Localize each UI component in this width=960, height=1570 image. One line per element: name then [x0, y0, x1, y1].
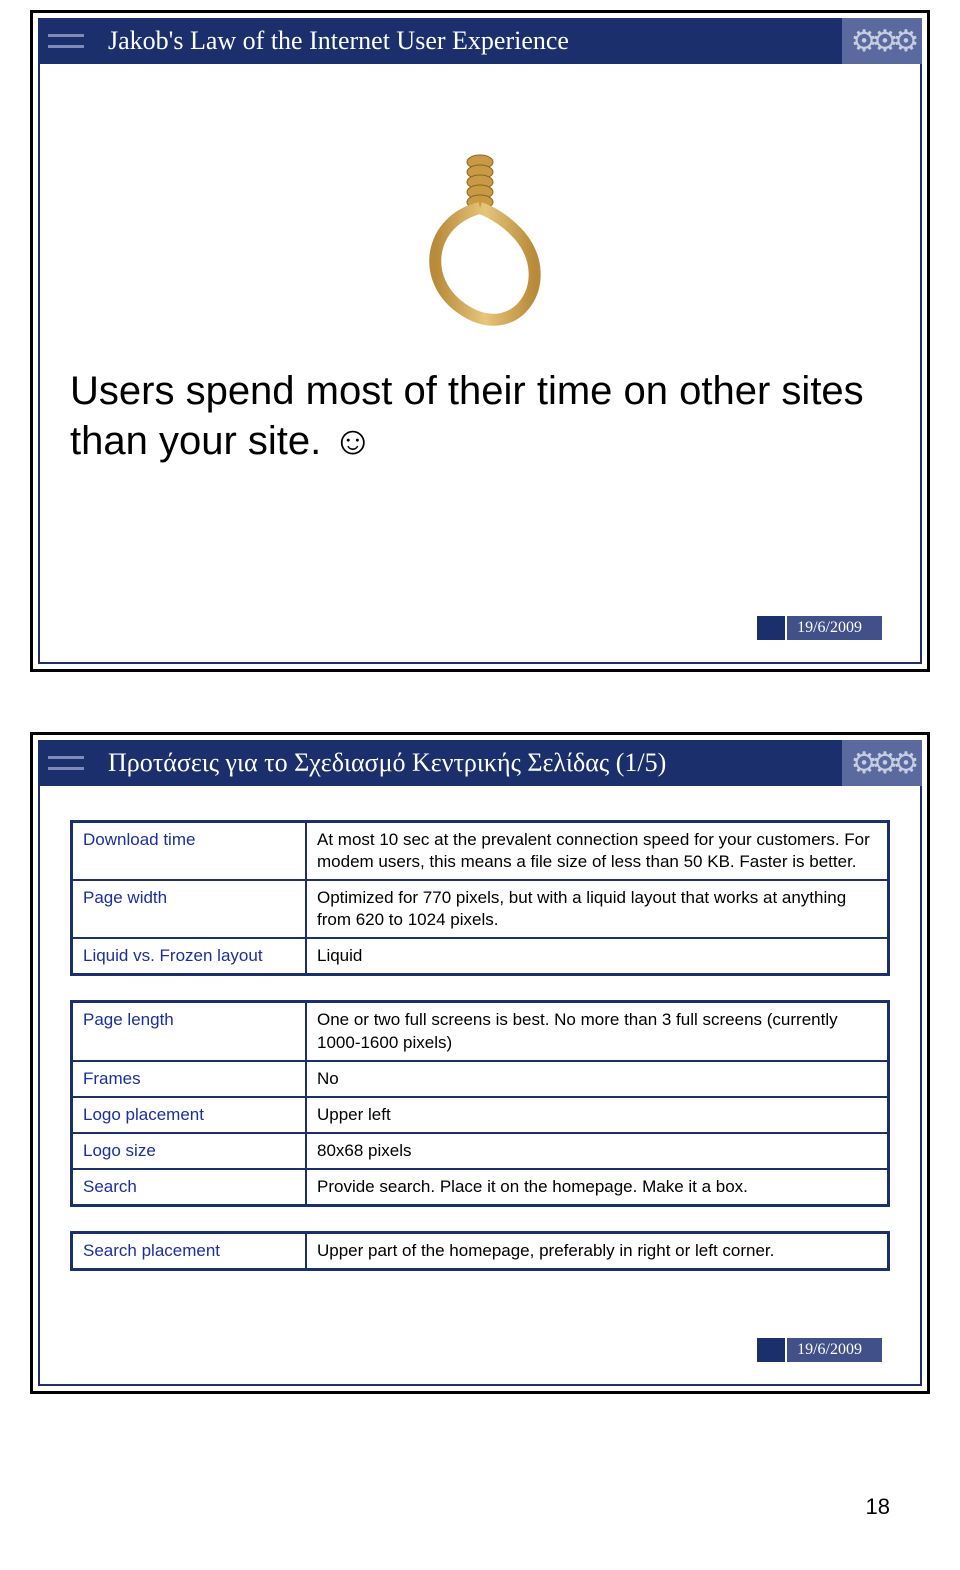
- cell-value: Liquid: [306, 938, 889, 975]
- cell-value: At most 10 sec at the prevalent connecti…: [306, 822, 889, 881]
- table-row: SearchProvide search. Place it on the ho…: [72, 1169, 889, 1206]
- cell-value: Upper left: [306, 1097, 889, 1133]
- gears-icon: ⚙⚙⚙: [851, 746, 914, 781]
- slide-2-body: Download timeAt most 10 sec at the preva…: [70, 820, 890, 1334]
- table-a-body: Download timeAt most 10 sec at the preva…: [72, 822, 889, 975]
- table-row: FramesNo: [72, 1061, 889, 1097]
- cell-value: Provide search. Place it on the homepage…: [306, 1169, 889, 1206]
- slide-1-date: 19/6/2009: [787, 616, 882, 640]
- table-row: Search placementUpper part of the homepa…: [72, 1233, 889, 1270]
- table-row: Logo size80x68 pixels: [72, 1133, 889, 1169]
- title-ornament-left: [38, 18, 94, 64]
- cell-label: Logo size: [72, 1133, 307, 1169]
- date-ornament: [757, 1338, 785, 1362]
- cell-value: No: [306, 1061, 889, 1097]
- cell-value: 80x68 pixels: [306, 1133, 889, 1169]
- slide-2: Προτάσεις για το Σχεδιασμό Κεντρικής Σελ…: [30, 732, 930, 1394]
- cell-label: Liquid vs. Frozen layout: [72, 938, 307, 975]
- guidelines-table-c: Search placementUpper part of the homepa…: [70, 1231, 890, 1271]
- cell-label: Frames: [72, 1061, 307, 1097]
- slide-1-date-badge: 19/6/2009: [757, 616, 882, 640]
- gears-icon: ⚙⚙⚙: [851, 24, 914, 59]
- slide-2-titlebar: Προτάσεις για το Σχεδιασμό Κεντρικής Σελ…: [38, 740, 922, 786]
- table-b-body: Page lengthOne or two full screens is be…: [72, 1002, 889, 1206]
- slide-1: Jakob's Law of the Internet User Experie…: [30, 10, 930, 672]
- slide-2-title: Προτάσεις για το Σχεδιασμό Κεντρικής Σελ…: [94, 740, 842, 786]
- guidelines-table-a: Download timeAt most 10 sec at the preva…: [70, 820, 890, 976]
- rope-illustration: [70, 80, 890, 340]
- slide-2-date: 19/6/2009: [787, 1338, 882, 1362]
- table-row: Logo placementUpper left: [72, 1097, 889, 1133]
- cell-label: Page width: [72, 880, 307, 938]
- slide-2-inner: Προτάσεις για το Σχεδιασμό Κεντρικής Σελ…: [38, 740, 922, 1386]
- cell-label: Search: [72, 1169, 307, 1206]
- table-row: Page widthOptimized for 770 pixels, but …: [72, 880, 889, 938]
- slide-1-title: Jakob's Law of the Internet User Experie…: [94, 18, 842, 64]
- table-c-body: Search placementUpper part of the homepa…: [72, 1233, 889, 1270]
- table-row: Liquid vs. Frozen layoutLiquid: [72, 938, 889, 975]
- cell-label: Search placement: [72, 1233, 307, 1270]
- cell-value: Upper part of the homepage, preferably i…: [306, 1233, 889, 1270]
- title-ornament-right: ⚙⚙⚙: [842, 18, 922, 64]
- cell-value: One or two full screens is best. No more…: [306, 1002, 889, 1061]
- guidelines-table-b: Page lengthOne or two full screens is be…: [70, 1000, 890, 1207]
- slide-2-date-badge: 19/6/2009: [757, 1338, 882, 1362]
- slide-1-inner: Jakob's Law of the Internet User Experie…: [38, 18, 922, 664]
- slide-1-quote: Users spend most of their time on other …: [70, 366, 890, 466]
- table-row: Page lengthOne or two full screens is be…: [72, 1002, 889, 1061]
- page-number: 18: [30, 1454, 930, 1540]
- title-ornament-right: ⚙⚙⚙: [842, 740, 922, 786]
- cell-value: Optimized for 770 pixels, but with a liq…: [306, 880, 889, 938]
- cell-label: Logo placement: [72, 1097, 307, 1133]
- noose-icon: [370, 80, 590, 340]
- table-row: Download timeAt most 10 sec at the preva…: [72, 822, 889, 881]
- slide-1-titlebar: Jakob's Law of the Internet User Experie…: [38, 18, 922, 64]
- page: Jakob's Law of the Internet User Experie…: [0, 0, 960, 1570]
- slide-1-body: Users spend most of their time on other …: [70, 80, 890, 632]
- cell-label: Page length: [72, 1002, 307, 1061]
- date-ornament: [757, 616, 785, 640]
- title-ornament-left: [38, 740, 94, 786]
- cell-label: Download time: [72, 822, 307, 881]
